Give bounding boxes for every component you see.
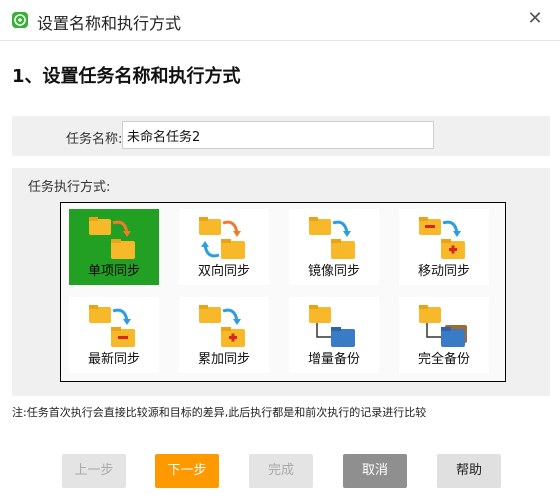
one-way-sync-icon <box>89 217 135 259</box>
mode-label: 最新同步 <box>87 352 140 367</box>
task-name-label: 任务名称: <box>66 132 123 147</box>
latest-sync-icon <box>89 305 135 347</box>
cancel-button[interactable]: 取消 <box>343 454 407 488</box>
full-backup-icon <box>419 305 467 347</box>
mode-incremental-backup[interactable]: 增量备份 <box>289 297 379 373</box>
finish-button[interactable]: 完成 <box>249 454 313 488</box>
task-name-panel: 任务名称: <box>12 116 550 156</box>
move-sync-icon <box>419 217 465 259</box>
page-heading: 1、设置任务名称和执行方式 <box>12 66 241 87</box>
task-name-input[interactable] <box>122 121 434 149</box>
help-button[interactable]: 帮助 <box>437 454 501 488</box>
mode-mirror-sync[interactable]: 镜像同步 <box>289 209 379 285</box>
mode-cumulative-sync[interactable]: 累加同步 <box>179 297 269 373</box>
title-bar: 设置名称和执行方式 ✕ <box>0 0 560 41</box>
mirror-sync-icon <box>309 217 355 259</box>
incremental-backup-icon <box>309 305 355 347</box>
mode-one-way-sync[interactable]: 单项同步 <box>69 209 159 285</box>
cumulative-sync-icon <box>199 305 245 347</box>
mode-label: 单项同步 <box>87 264 140 279</box>
app-logo-icon <box>12 12 28 28</box>
two-way-sync-icon <box>199 217 245 259</box>
mode-label: 移动同步 <box>417 264 470 279</box>
close-icon[interactable]: ✕ <box>524 8 546 30</box>
mode-move-sync[interactable]: 移动同步 <box>399 209 489 285</box>
execution-mode-panel: 任务执行方式: 单项同步 双向同步 镜像同步 移动同步 最新同步 累加同步 增量… <box>12 168 550 396</box>
previous-step-button[interactable]: 上一步 <box>62 454 126 488</box>
mode-label: 完全备份 <box>417 352 470 367</box>
execution-mode-grid: 单项同步 双向同步 镜像同步 移动同步 最新同步 累加同步 增量备份 完全备份 <box>60 202 506 382</box>
next-step-button[interactable]: 下一步 <box>155 454 219 488</box>
mode-full-backup[interactable]: 完全备份 <box>399 297 489 373</box>
mode-label: 累加同步 <box>197 352 250 367</box>
mode-two-way-sync[interactable]: 双向同步 <box>179 209 269 285</box>
execution-mode-label: 任务执行方式: <box>28 180 111 195</box>
mode-latest-sync[interactable]: 最新同步 <box>69 297 159 373</box>
mode-label: 双向同步 <box>197 264 250 279</box>
footnote: 注:任务首次执行会直接比较源和目标的差异,此后执行都是和前次执行的记录进行比较 <box>12 406 427 419</box>
window-title: 设置名称和执行方式 <box>37 14 182 33</box>
mode-label: 增量备份 <box>307 352 360 367</box>
mode-label: 镜像同步 <box>307 264 360 279</box>
